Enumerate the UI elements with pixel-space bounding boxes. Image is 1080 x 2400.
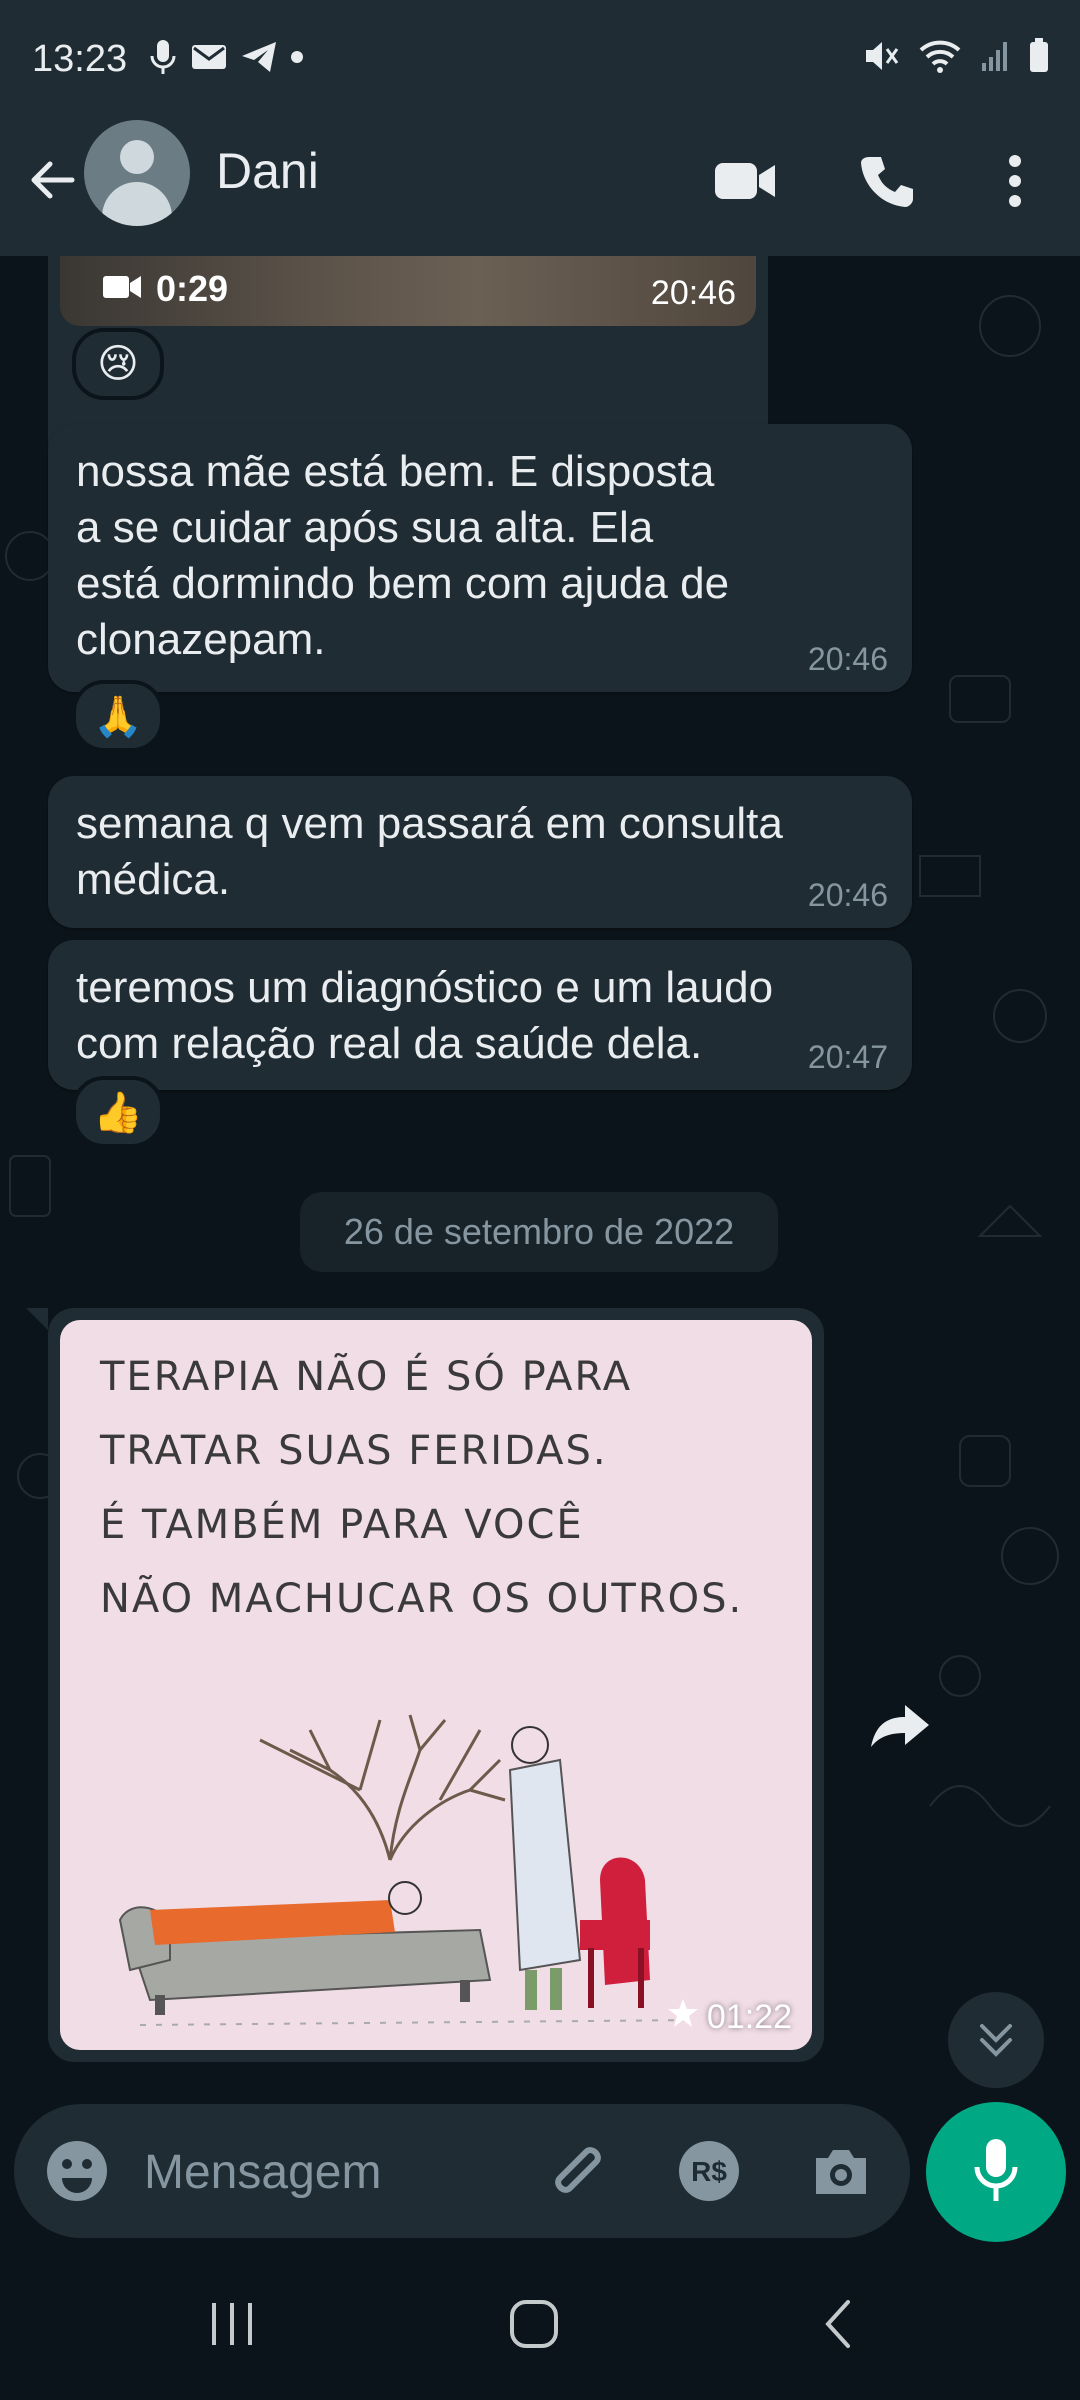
video-camera-icon <box>102 268 142 310</box>
system-navigation-bar <box>0 2244 1080 2400</box>
more-icon[interactable] <box>980 146 1050 216</box>
message-time: 20:47 <box>807 1039 888 1075</box>
chat-area[interactable]: 0:29 20:46 😢 nossa mãe está bem. E dispo… <box>0 256 1080 2104</box>
recents-icon[interactable] <box>172 2284 292 2364</box>
message-bubble[interactable]: teremos um diagnóstico e um laudo com re… <box>48 940 912 1090</box>
status-time: 13:23 <box>32 38 128 80</box>
message-time: 01:22 <box>706 1998 792 2036</box>
pay-icon[interactable]: R$ <box>674 2136 744 2206</box>
signal-icon <box>980 39 1010 78</box>
message-bubble[interactable]: nossa mãe está bem. E disposta a se cuid… <box>48 424 912 692</box>
video-duration: 0:29 <box>156 268 229 309</box>
date-separator: 26 de setembro de 2022 <box>300 1192 778 1272</box>
mic-icon <box>971 2137 1021 2208</box>
message-time: 20:46 <box>807 641 888 677</box>
status-bar: 13:23 <box>0 0 1080 120</box>
message-time: 20:46 <box>650 274 736 312</box>
contact-name[interactable]: Dani <box>216 142 319 200</box>
telegram-icon <box>240 40 278 79</box>
forward-icon[interactable] <box>860 1686 940 1766</box>
mic-icon <box>148 38 178 81</box>
message-input[interactable] <box>142 2132 526 2212</box>
message-text: semana q vem passará em consulta médica. <box>76 799 783 904</box>
message-text: nossa mãe está bem. E disposta a se cuid… <box>76 447 730 664</box>
video-thumbnail[interactable]: 0:29 20:46 <box>60 256 756 326</box>
mute-icon <box>862 38 900 79</box>
image-thumbnail[interactable]: TERAPIA NÃO É SÓ PARA TRATAR SUAS FERIDA… <box>60 1320 812 2050</box>
mail-icon <box>190 42 228 77</box>
message-bubble[interactable]: semana q vem passará em consulta médica.… <box>48 776 912 928</box>
chat-header: Dani <box>0 120 1080 256</box>
image-message[interactable]: TERAPIA NÃO É SÓ PARA TRATAR SUAS FERIDA… <box>26 1308 824 2062</box>
message-composer: R$ <box>14 2104 910 2238</box>
star-icon <box>667 1997 699 2038</box>
dot-icon <box>290 50 304 69</box>
battery-icon <box>1028 38 1050 79</box>
message-text: teremos um diagnóstico e um laudo com re… <box>76 963 774 1068</box>
avatar[interactable] <box>84 120 190 226</box>
message-time: 20:46 <box>807 877 888 913</box>
notification-icons <box>148 38 304 81</box>
system-icons <box>862 38 1050 79</box>
video-call-icon[interactable] <box>710 146 780 216</box>
camera-icon[interactable] <box>806 2136 876 2206</box>
reaction-badge[interactable]: 👍 <box>72 1076 164 1148</box>
emoji-icon[interactable] <box>44 2138 110 2204</box>
therapy-illustration <box>118 1714 701 2026</box>
voice-message-button[interactable] <box>926 2102 1066 2242</box>
reaction-badge[interactable]: 😢 <box>72 328 164 400</box>
phone-icon[interactable] <box>852 146 922 216</box>
home-icon[interactable] <box>474 2284 594 2364</box>
svg-text:R$: R$ <box>691 2156 727 2187</box>
wifi-icon <box>918 38 962 79</box>
chevron-double-down-icon[interactable] <box>948 1992 1044 2088</box>
reaction-badge[interactable]: 🙏 <box>72 680 164 752</box>
paperclip-icon[interactable] <box>542 2136 612 2206</box>
back-arrow-icon[interactable] <box>22 150 82 210</box>
back-icon[interactable] <box>778 2284 898 2364</box>
